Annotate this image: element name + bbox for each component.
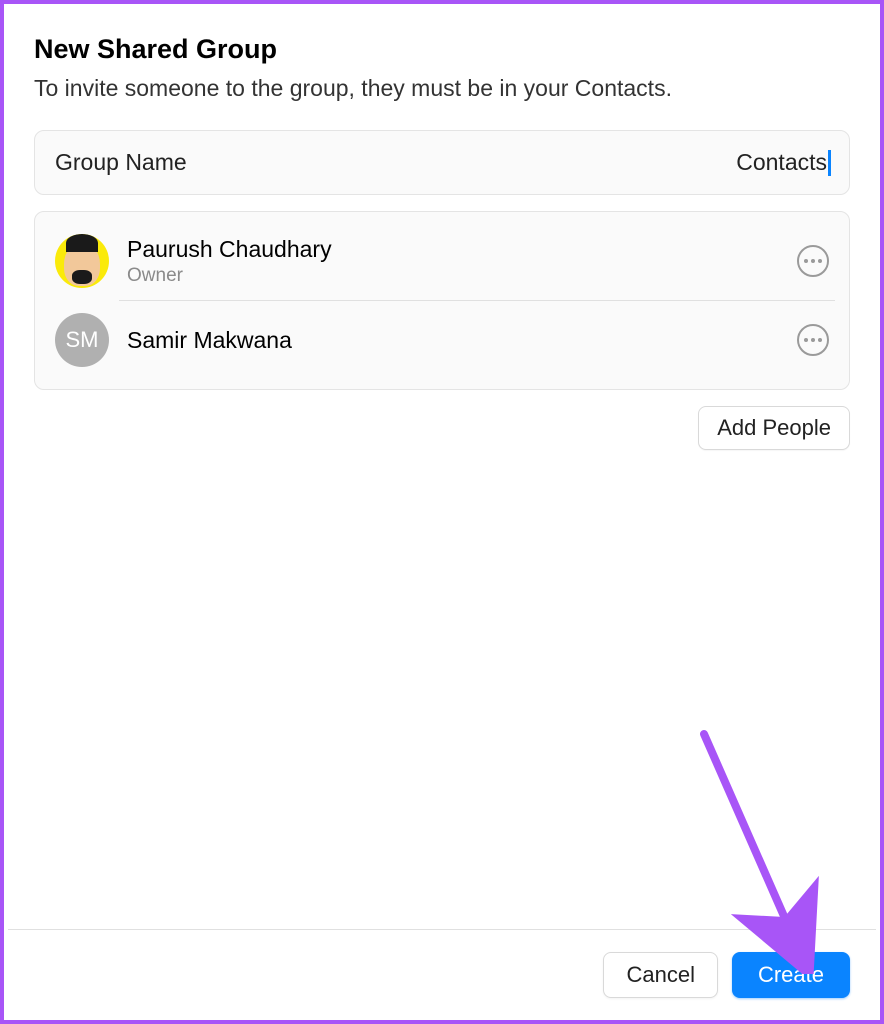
group-name-value: Contacts bbox=[736, 149, 829, 176]
more-options-button[interactable] bbox=[797, 324, 829, 356]
list-item: SM Samir Makwana bbox=[49, 301, 835, 379]
group-name-label: Group Name bbox=[55, 149, 187, 176]
member-name: Paurush Chaudhary bbox=[127, 236, 797, 263]
dialog-subtitle: To invite someone to the group, they mus… bbox=[34, 75, 850, 102]
add-people-button[interactable]: Add People bbox=[698, 406, 850, 450]
ellipsis-icon bbox=[804, 259, 822, 263]
group-name-input[interactable]: Group Name Contacts bbox=[34, 130, 850, 195]
dialog-title: New Shared Group bbox=[34, 34, 850, 65]
avatar: SM bbox=[55, 313, 109, 367]
member-name: Samir Makwana bbox=[127, 327, 797, 354]
member-info: Paurush Chaudhary Owner bbox=[127, 236, 797, 287]
ellipsis-icon bbox=[804, 338, 822, 342]
more-options-button[interactable] bbox=[797, 245, 829, 277]
dialog-footer: Cancel Create bbox=[8, 929, 876, 1020]
avatar bbox=[55, 234, 109, 288]
create-button[interactable]: Create bbox=[732, 952, 850, 998]
cancel-button[interactable]: Cancel bbox=[603, 952, 717, 998]
list-item: Paurush Chaudhary Owner bbox=[49, 222, 835, 300]
member-role: Owner bbox=[127, 265, 797, 287]
members-list: Paurush Chaudhary Owner SM Samir Makwana bbox=[34, 211, 850, 390]
member-info: Samir Makwana bbox=[127, 327, 797, 354]
